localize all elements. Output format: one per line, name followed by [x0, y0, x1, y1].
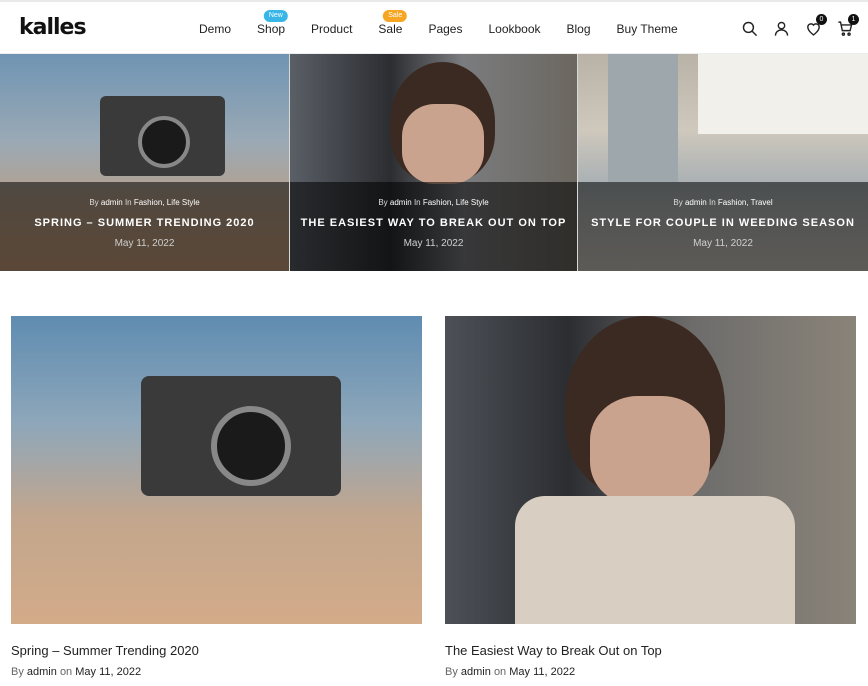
category-links[interactable]: Fashion, Life Style: [134, 198, 200, 207]
nav-item-product[interactable]: Product: [311, 22, 352, 36]
post-title[interactable]: Spring – Summer Trending 2020: [11, 643, 422, 658]
author-link[interactable]: admin: [461, 666, 491, 678]
sweater-photo: [515, 496, 795, 624]
post-meta: By admin on May 11, 2022: [11, 666, 142, 678]
featured-post[interactable]: By admin In Fashion, Travel STYLE FOR CO…: [577, 54, 868, 271]
post-date: May 11, 2022: [693, 238, 753, 249]
new-badge: New: [263, 10, 288, 22]
featured-title[interactable]: SPRING – SUMMER TRENDING 2020: [0, 217, 289, 229]
featured-post[interactable]: By admin In Fashion, Life Style SPRING –…: [0, 54, 289, 271]
face-photo: [590, 396, 710, 506]
author-link[interactable]: admin: [101, 198, 123, 207]
featured-overlay: By admin In Fashion, Life Style SPRING –…: [0, 182, 289, 271]
featured-overlay: By admin In Fashion, Travel STYLE FOR CO…: [578, 182, 868, 271]
post-date: May 11, 2022: [114, 238, 175, 249]
wishlist-icon[interactable]: 0: [804, 14, 827, 37]
nav-item-lookbook[interactable]: Lookbook: [488, 22, 540, 36]
featured-title[interactable]: THE EASIEST WAY TO BREAK OUT ON TOP: [290, 217, 577, 229]
featured-title[interactable]: STYLE FOR COUPLE IN WEEDING SEASON: [578, 217, 868, 229]
cart-icon[interactable]: 1: [836, 14, 859, 37]
post-meta: By admin on May 11, 2022: [445, 666, 576, 678]
sale-badge: Sale: [383, 10, 408, 22]
post-image[interactable]: [445, 316, 856, 624]
featured-overlay: By admin In Fashion, Life Style THE EASI…: [290, 182, 577, 271]
nav-item-shop[interactable]: New Shop: [257, 10, 288, 36]
post-meta: By admin In Fashion, Life Style: [89, 198, 200, 207]
author-link[interactable]: admin: [390, 198, 412, 207]
camera-lens: [211, 406, 291, 486]
blog-post: Spring – Summer Trending 2020 By admin o…: [11, 316, 422, 678]
search-icon[interactable]: [740, 19, 758, 37]
camera-lens: [138, 116, 190, 168]
post-meta: By admin In Fashion, Life Style: [378, 198, 489, 207]
nav-item-sale[interactable]: Sale Sale: [378, 10, 408, 36]
cart-count: 1: [848, 14, 859, 25]
couple-photo: [608, 54, 678, 182]
blog-post: The Easiest Way to Break Out on Top By a…: [445, 316, 856, 678]
post-image[interactable]: [11, 316, 422, 624]
category-links[interactable]: Fashion, Life Style: [423, 198, 489, 207]
site-logo[interactable]: kalles: [19, 15, 87, 40]
author-link[interactable]: admin: [27, 666, 57, 678]
nav-item-blog[interactable]: Blog: [567, 22, 591, 36]
featured-posts: By admin In Fashion, Life Style SPRING –…: [0, 54, 868, 271]
dress-photo: [698, 54, 868, 134]
post-date: May 11, 2022: [75, 666, 142, 678]
face-photo: [402, 104, 484, 184]
account-icon[interactable]: [772, 19, 790, 37]
nav-item-pages[interactable]: Pages: [428, 22, 462, 36]
author-link[interactable]: admin: [685, 198, 707, 207]
wishlist-count: 0: [816, 14, 827, 25]
nav-item-demo[interactable]: Demo: [199, 22, 231, 36]
post-date: May 11, 2022: [403, 238, 464, 249]
post-date: May 11, 2022: [509, 666, 576, 678]
post-meta: By admin In Fashion, Travel: [673, 198, 773, 207]
category-links[interactable]: Fashion, Travel: [718, 198, 773, 207]
site-header: kalles Demo New Shop Product Sale Sale Pag…: [0, 0, 868, 54]
main-nav: Demo New Shop Product Sale Sale Pages Look…: [199, 10, 704, 36]
header-icons: 0 1: [740, 14, 859, 37]
featured-post[interactable]: By admin In Fashion, Life Style THE EASI…: [289, 54, 577, 271]
nav-item-buy-theme[interactable]: Buy Theme: [617, 22, 678, 36]
post-title[interactable]: The Easiest Way to Break Out on Top: [445, 643, 856, 658]
